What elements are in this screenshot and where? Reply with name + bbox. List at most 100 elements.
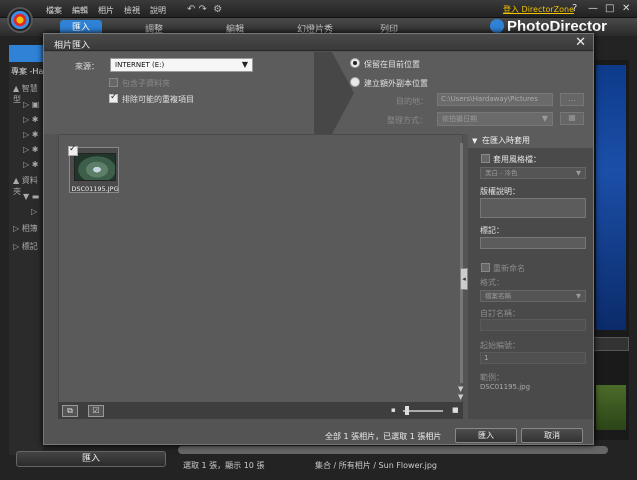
right-dropdown[interactable] [593, 337, 629, 351]
source-label: 來源： [75, 62, 99, 71]
thumbnail-item[interactable]: DSC01195.JPG [68, 144, 119, 193]
filmstrip-scrollbar[interactable] [178, 446, 608, 454]
dialog-titlebar: 相片匯入 ✕ [44, 34, 593, 51]
collapse-triangle-icon: ▼ [472, 137, 478, 145]
example-value: DSC01195.jpg [480, 383, 531, 391]
chevron-down-icon: ▼ [576, 292, 581, 300]
menu-help[interactable]: 說明 [150, 5, 166, 16]
source-select-value: INTERNET (E:) [115, 61, 165, 69]
keep-location-label: 保留在目前位置 [364, 60, 420, 69]
preview-photo-bottom [596, 385, 626, 430]
tree-item-7[interactable]: ▷ [31, 207, 37, 216]
thumbnail-grid: DSC01195.JPG ▼▼ [58, 134, 463, 419]
album-row[interactable]: ▷ 相簿 [13, 223, 38, 234]
app-menubar: 檔案 編輯 相片 檢視 說明 ↶ ↷ ⚙ 登入 DirectorZone ? —… [0, 0, 637, 18]
undo-redo-settings-icons[interactable]: ↶ ↷ ⚙ [187, 4, 222, 15]
cancel-button[interactable]: 取消 [521, 428, 583, 443]
create-copy-label: 建立額外副本位置 [364, 79, 428, 88]
grid-toolbar: ⧉ ☑ ▪ ■ [58, 402, 463, 419]
chevron-down-icon: ▼ [541, 114, 548, 123]
menu-view[interactable]: 檢視 [124, 5, 140, 16]
tree-item-1[interactable]: ▷ ▣ [23, 100, 39, 109]
status-path: 集合 / 所有相片 / Sun Flower.jpg [315, 461, 437, 470]
calendar-icon[interactable]: ▦ [560, 112, 584, 125]
rename-label: 重新命名 [493, 264, 525, 273]
panel-collapse-handle[interactable]: ◂ [460, 268, 468, 290]
organize-label: 整理方式： [387, 116, 427, 125]
organize-select[interactable]: 依拍攝日期 ▼ [437, 112, 553, 126]
project-label: 專案 -Ha [11, 67, 44, 76]
maximize-icon[interactable]: □ [605, 3, 614, 14]
dialog-close-icon[interactable]: ✕ [575, 35, 586, 50]
status-selection: 選取 1 張，顯示 10 張 [183, 461, 265, 470]
select-all-icon[interactable]: ⧉ [62, 405, 78, 417]
tags-field[interactable] [480, 237, 586, 249]
status-bar: 選取 1 張，顯示 10 張 集合 / 所有相片 / Sun Flower.jp… [0, 458, 637, 472]
tab-import[interactable]: 匯入 [60, 20, 103, 34]
preset-select-value: 黑白 - 冷色 [485, 169, 518, 177]
photo-import-dialog: 相片匯入 ✕ 來源： INTERNET (E:) ▼ 包含子資料夾 排除可能的重… [43, 33, 594, 445]
preset-select[interactable]: 黑白 - 冷色 ▼ [480, 167, 586, 179]
start-number-field[interactable]: 1 [480, 352, 586, 364]
zoom-slider-track[interactable] [403, 410, 443, 412]
menu-edit[interactable]: 編輯 [72, 5, 88, 16]
thumbnail-checkbox[interactable] [68, 144, 78, 156]
dialog-footer: 全部 1 張相片，已選取 1 張相片 匯入 取消 [44, 426, 593, 444]
tree-item-2[interactable]: ▷ ✱ [23, 115, 38, 124]
exclude-duplicates-checkbox[interactable] [109, 92, 118, 103]
include-subfolders-label: 包含子資料夾 [122, 79, 170, 88]
tags-field-label: 標記： [480, 226, 504, 235]
browse-button[interactable]: ... [560, 93, 584, 106]
destination-label: 目的地： [396, 97, 428, 106]
zoom-slider-handle[interactable] [405, 406, 409, 415]
dialog-title: 相片匯入 [54, 41, 91, 51]
brand-logo-icon [490, 19, 504, 33]
thumbnail-filename: DSC01195.JPG [71, 185, 119, 193]
minimize-icon[interactable]: — [588, 3, 598, 14]
zoom-out-icon[interactable]: ▪ [391, 406, 396, 414]
start-number-label: 起始編號： [480, 341, 520, 350]
tree-item-3[interactable]: ▷ ✱ [23, 130, 38, 139]
scroll-down-icon[interactable]: ▼ ▼ [458, 385, 463, 401]
apply-preset-checkbox[interactable] [481, 154, 490, 163]
rename-checkbox[interactable] [481, 263, 490, 272]
format-select[interactable]: 檔案名稱 ▼ [480, 290, 586, 302]
source-select[interactable]: INTERNET (E:) ▼ [110, 58, 253, 72]
include-subfolders-checkbox[interactable] [109, 78, 118, 87]
close-app-icon[interactable]: ✕ [622, 3, 630, 14]
import-options-area: 來源： INTERNET (E:) ▼ 包含子資料夾 排除可能的重複項目 保留在… [44, 52, 593, 134]
organize-select-value: 依拍攝日期 [442, 115, 477, 123]
tree-item-4[interactable]: ▷ ✱ [23, 145, 38, 154]
deselect-icon[interactable]: ☑ [88, 405, 104, 417]
photodirector-logo-icon [7, 7, 33, 33]
thumbnail-image [74, 153, 116, 181]
import-button[interactable]: 匯入 [455, 428, 517, 443]
tags-row[interactable]: ▷ 標記 [13, 241, 38, 252]
start-number-value: 1 [484, 354, 489, 362]
tree-item-6[interactable]: ▼ ▬ [23, 192, 39, 201]
apply-on-import-title: 在匯入時套用 [482, 136, 530, 145]
section-divider [314, 52, 354, 134]
format-label: 格式： [480, 278, 504, 287]
grid-scrollbar[interactable] [460, 143, 463, 383]
preview-photo-top [596, 65, 626, 330]
keep-location-radio[interactable] [350, 58, 360, 68]
menu-photo[interactable]: 相片 [98, 5, 114, 16]
help-icon[interactable]: ? [572, 3, 577, 14]
zoom-in-icon[interactable]: ■ [452, 406, 459, 414]
login-directorzone-link[interactable]: 登入 DirectorZone [503, 4, 574, 15]
menu-file[interactable]: 檔案 [46, 5, 62, 16]
custom-name-field[interactable] [480, 319, 586, 331]
album-label: 相簿 [21, 224, 38, 233]
chevron-down-icon: ▼ [241, 60, 248, 69]
tree-item-5[interactable]: ▷ ✱ [23, 160, 38, 169]
apply-on-import-header[interactable]: ▼ 在匯入時套用 [468, 134, 593, 148]
photo-count-text: 全部 1 張相片，已選取 1 張相片 [325, 432, 442, 441]
chevron-down-icon: ▼ [576, 169, 581, 177]
create-copy-radio[interactable] [350, 77, 360, 87]
destination-path-field[interactable]: C:\Users\Hardaway\Pictures [437, 93, 553, 106]
left-panel-active-tab[interactable] [9, 45, 43, 62]
example-label: 範例： [480, 373, 504, 382]
copyright-field[interactable] [480, 198, 586, 218]
copyright-label: 版權說明： [480, 187, 520, 196]
